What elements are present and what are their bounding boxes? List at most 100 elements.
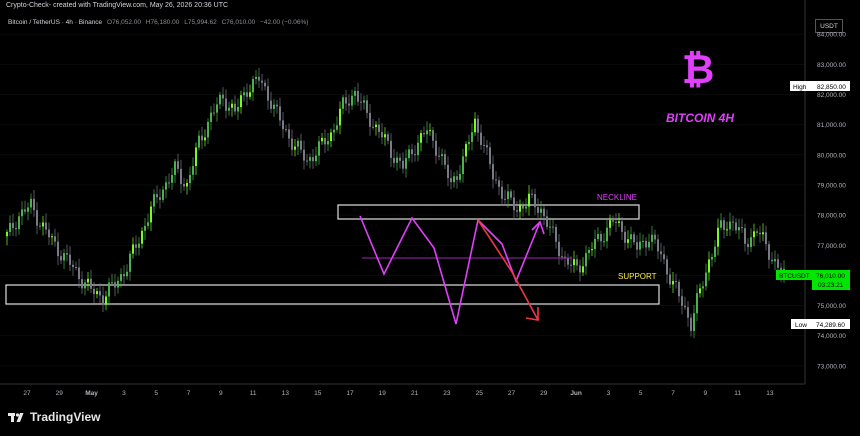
y-tick-label: 83,000.00 (817, 62, 846, 69)
candle-body (537, 207, 539, 213)
candle-body (705, 272, 707, 287)
candle-body (408, 149, 410, 159)
candle-body (339, 108, 341, 126)
candle-body (207, 121, 209, 138)
candle-body (345, 97, 347, 104)
x-tick-label: 3 (122, 390, 126, 397)
candle-body (102, 295, 104, 305)
candle-body (330, 132, 332, 142)
candle-body (324, 137, 326, 145)
candle-body (657, 239, 659, 252)
price-chart[interactable]: NECKLINE SUPPORT BITCOIN 4H ₿ 84,000.008… (0, 0, 860, 436)
candle-body (69, 254, 71, 265)
candle-body (348, 103, 350, 106)
candle-body (714, 246, 716, 257)
tradingview-brand[interactable]: TradingView (8, 410, 100, 424)
candle-body (507, 191, 509, 200)
candle-body (465, 144, 467, 157)
x-tick-label: 23 (443, 390, 451, 397)
candle-body (165, 182, 167, 190)
candle-body (462, 156, 464, 175)
time-axis[interactable]: 27 29 May 3 5 7 9 11 13 15 17 19 21 23 25 27 29 Jun 3 5 7 9 11… (23, 390, 774, 397)
candle-body (582, 266, 584, 273)
candle-body (756, 231, 758, 233)
y-tick-label: 75,000.00 (817, 303, 846, 310)
x-tick-label: 19 (379, 390, 387, 397)
candle-body (648, 241, 650, 248)
candle-body (78, 267, 80, 280)
candle-body (723, 220, 725, 230)
candle-body (483, 144, 485, 146)
candle-body (744, 228, 746, 244)
candle-body (63, 253, 65, 261)
candle-body (111, 282, 113, 284)
candle-body (252, 79, 254, 93)
x-tick-label: May (85, 390, 98, 397)
candle-body (267, 86, 269, 101)
candle-body (171, 175, 173, 183)
candle-body (255, 76, 257, 80)
high-tag-value: 82,850.00 (817, 84, 846, 91)
candle-body (180, 168, 182, 184)
candle-body (120, 274, 122, 281)
candle-body (618, 221, 620, 223)
candle-body (711, 256, 713, 260)
candle-body (354, 91, 356, 96)
candle-body (567, 258, 569, 265)
candle-body (471, 132, 473, 142)
candle-body (27, 207, 29, 212)
x-tick-label: 11 (250, 390, 257, 397)
candle-body (156, 194, 158, 198)
candle-body (642, 240, 644, 242)
candle-body (477, 118, 479, 133)
candle-body (9, 222, 11, 232)
candle-body (378, 124, 380, 133)
candle-body (588, 249, 590, 254)
candle-body (159, 197, 161, 200)
candle-body (534, 194, 536, 208)
candle-body (669, 274, 671, 285)
candle-body (300, 140, 302, 150)
candle-body (675, 281, 677, 283)
title-label: BITCOIN 4H (666, 111, 734, 125)
candle-body (336, 125, 338, 130)
candle-body (543, 208, 545, 217)
candle-body (147, 222, 149, 226)
candle-body (708, 259, 710, 273)
candle-body (612, 220, 614, 222)
candle-body (231, 103, 233, 108)
x-tick-label: 7 (187, 390, 191, 397)
candle-body (261, 80, 263, 83)
candle-body (636, 242, 638, 250)
candle-body (363, 100, 365, 103)
x-tick-label: 25 (476, 390, 484, 397)
candle-body (615, 221, 617, 223)
x-tick-label: Jun (570, 390, 582, 397)
candle-body (702, 286, 704, 289)
down-arrow-line (477, 219, 539, 321)
candle-body (687, 307, 689, 318)
candle-body (222, 94, 224, 99)
candle-body (399, 157, 401, 161)
w-pattern-line (359, 215, 541, 325)
candle-body (777, 259, 779, 268)
candle-body (726, 229, 728, 231)
candle-body (531, 193, 533, 195)
y-tick-label: 77,000.00 (817, 243, 846, 250)
candle-body (594, 238, 596, 250)
candle-body (144, 225, 146, 231)
low-tag-label: Low (795, 322, 807, 329)
candle-body (762, 232, 764, 235)
brand-name: TradingView (30, 410, 101, 424)
candle-body (585, 253, 587, 267)
candle-body (495, 179, 497, 181)
candle-body (114, 282, 116, 288)
neckline-zone (337, 204, 640, 220)
candle-body (351, 95, 353, 106)
candle-body (741, 227, 743, 229)
x-tick-label: 7 (671, 390, 675, 397)
candle-body (117, 280, 119, 288)
candle-body (249, 92, 251, 97)
candle-body (453, 176, 455, 183)
candle-body (195, 147, 197, 167)
